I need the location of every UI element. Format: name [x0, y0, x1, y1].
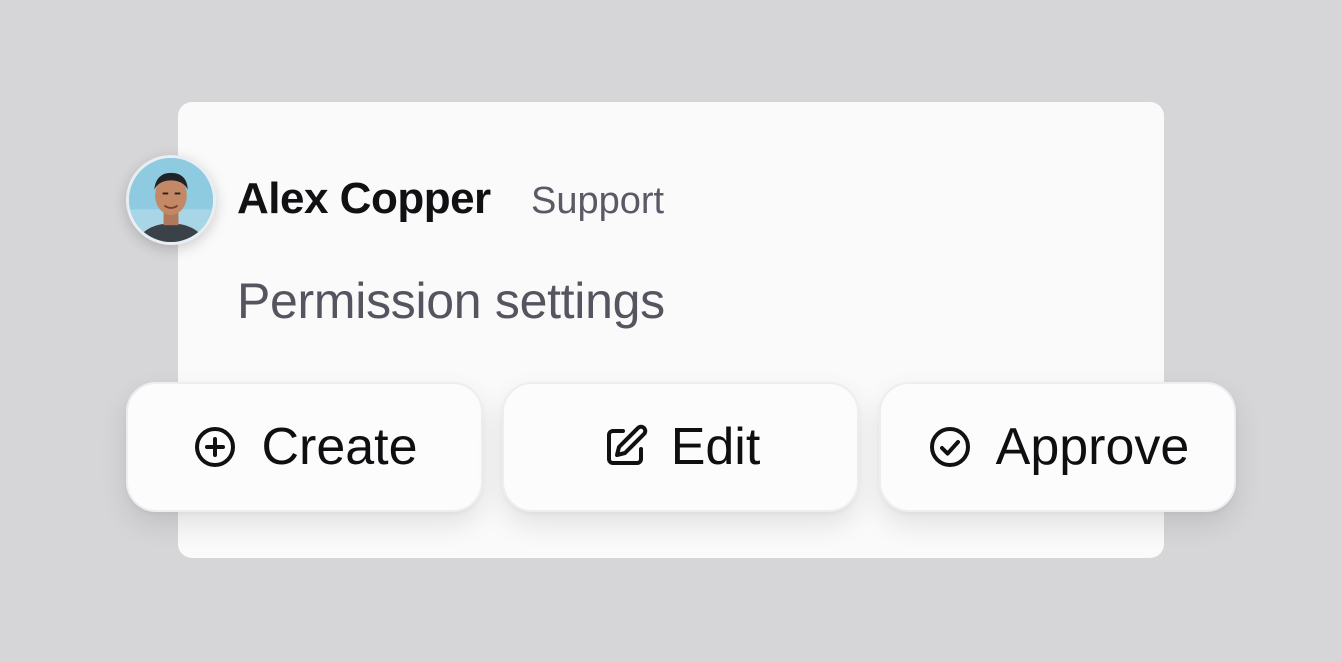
user-role: Support: [531, 180, 665, 222]
avatar-image: [129, 158, 213, 242]
edit-icon: [601, 423, 649, 471]
create-button-label: Create: [261, 418, 418, 476]
plus-circle-icon: [191, 423, 239, 471]
check-circle-icon: [926, 423, 974, 471]
user-name: Alex Copper: [237, 174, 491, 223]
stage: Alex Copper Support Permission settings …: [0, 0, 1342, 662]
create-button[interactable]: Create: [126, 382, 483, 512]
approve-button[interactable]: Approve: [879, 382, 1236, 512]
avatar: [126, 155, 216, 245]
edit-button[interactable]: Edit: [502, 382, 859, 512]
edit-button-label: Edit: [670, 418, 761, 476]
approve-button-label: Approve: [995, 418, 1190, 476]
card-subtitle: Permission settings: [237, 273, 665, 329]
